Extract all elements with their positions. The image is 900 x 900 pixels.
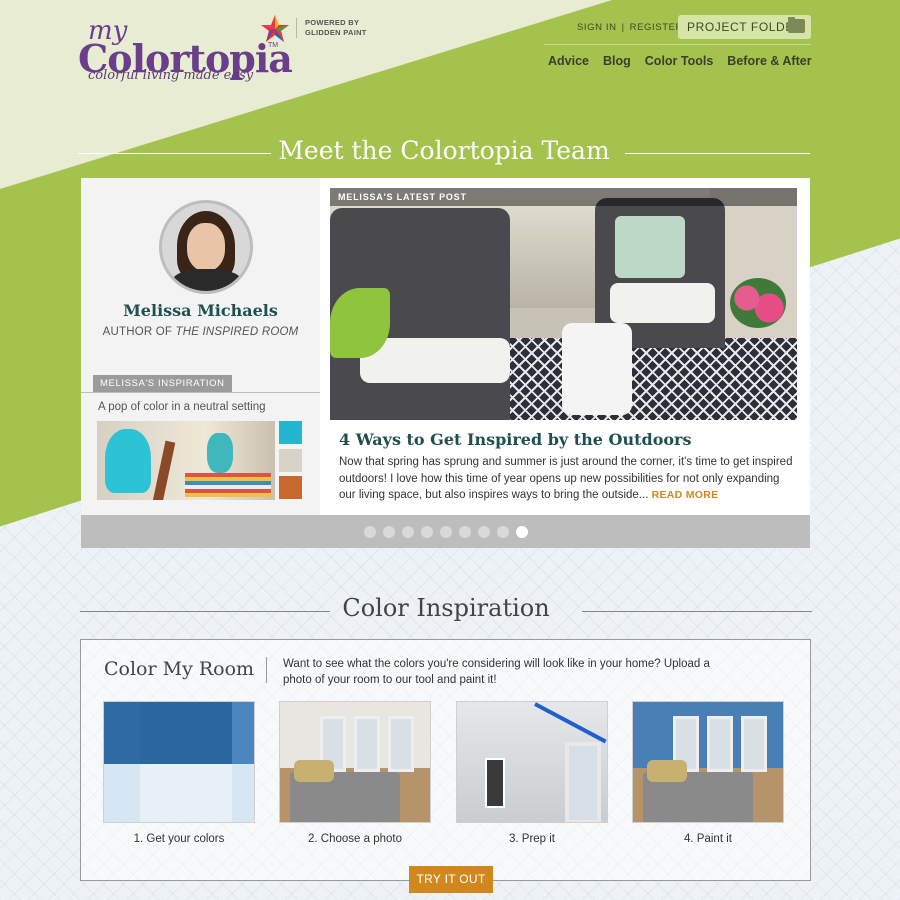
prep-window — [565, 742, 601, 822]
profile-panel: Melissa Michaels AUTHOR OF THE INSPIRED … — [81, 178, 320, 515]
latest-post-tag: MELISSA'S LATEST POST — [330, 188, 797, 206]
step-get-colors[interactable]: 1. Get your colors — [103, 701, 255, 845]
color-my-room-title: Color My Room — [104, 658, 255, 680]
step-image — [103, 701, 255, 823]
nav-item-before-after[interactable]: Before & After — [727, 54, 811, 68]
powered-by-label: POWERED BY — [305, 18, 360, 27]
carousel-dot[interactable] — [401, 525, 414, 538]
image-stick — [152, 440, 176, 500]
step-prep[interactable]: 3. Prep it — [456, 701, 608, 845]
step-caption: 3. Prep it — [508, 833, 556, 845]
auth-separator: | — [621, 22, 625, 33]
site-logo[interactable]: my Colortopia TM colorful living made ea… — [78, 14, 378, 89]
carousel-dot[interactable] — [477, 525, 490, 538]
sign-in-link[interactable]: SIGN IN — [577, 22, 617, 33]
room-window — [354, 716, 380, 772]
team-section-title: Meet the Colortopia Team — [278, 136, 610, 165]
try-it-out-button[interactable]: TRY IT OUT — [409, 866, 493, 893]
inspiration-divider — [81, 392, 320, 393]
post-excerpt: Now that spring has sprung and summer is… — [339, 454, 794, 504]
post-title[interactable]: 4 Ways to Get Inspired by the Outdoors — [339, 430, 691, 449]
image-books — [185, 473, 271, 497]
step-image — [279, 701, 431, 823]
swatch-1[interactable] — [279, 421, 302, 444]
profile-role-prefix: AUTHOR OF — [102, 326, 176, 338]
photo-leaf — [330, 288, 390, 358]
room-window — [388, 716, 414, 772]
carousel-dot[interactable] — [382, 525, 395, 538]
image-vase-small — [207, 433, 233, 473]
nav-divider — [544, 44, 811, 45]
folder-icon — [788, 17, 805, 33]
swatch-block — [232, 702, 254, 764]
avatar[interactable] — [159, 200, 253, 294]
powered-by: POWERED BY GLIDDEN PAINT — [296, 18, 367, 38]
room-pillow — [294, 760, 334, 782]
room-window — [707, 716, 733, 772]
heading-rule-right — [582, 611, 812, 612]
latest-post-image[interactable]: MELISSA'S LATEST POST — [330, 188, 797, 420]
nav-item-blog[interactable]: Blog — [603, 54, 631, 68]
profile-role: AUTHOR OF THE INSPIRED ROOM — [81, 326, 320, 338]
register-link[interactable]: REGISTER — [630, 22, 683, 33]
image-vase — [105, 429, 151, 493]
swatch-block — [140, 764, 232, 822]
step-paint[interactable]: 4. Paint it — [632, 701, 784, 845]
inspiration-tab: MELISSA'S INSPIRATION — [93, 375, 232, 392]
team-section-heading: Meet the Colortopia Team — [78, 136, 810, 170]
swatch-block — [140, 702, 232, 764]
step-image — [456, 701, 608, 823]
photo-stool — [562, 323, 632, 415]
nav-item-advice[interactable]: Advice — [548, 54, 589, 68]
carousel-dot[interactable] — [363, 525, 376, 538]
step-choose-photo[interactable]: 2. Choose a photo — [279, 701, 431, 845]
carousel-dot[interactable] — [458, 525, 471, 538]
heading-rule-left — [78, 153, 271, 154]
team-card: Melissa Michaels AUTHOR OF THE INSPIRED … — [81, 178, 810, 515]
color-wheel-icon — [261, 15, 289, 42]
powered-by-brand: GLIDDEN PAINT — [305, 28, 367, 37]
nav-item-color-tools[interactable]: Color Tools — [645, 54, 714, 68]
logo-tagline: colorful living made easy — [88, 68, 254, 83]
main-nav: Advice Blog Color Tools Before & After — [548, 54, 812, 68]
avatar-face — [187, 223, 225, 271]
inspiration-caption: A pop of color in a neutral setting — [98, 401, 266, 413]
profile-name[interactable]: Melissa Michaels — [81, 301, 320, 320]
avatar-body — [170, 269, 244, 291]
prep-frame — [485, 758, 505, 808]
title-divider — [266, 657, 267, 683]
project-folder-button[interactable]: PROJECT FOLDER — [678, 15, 811, 39]
swatch-3[interactable] — [279, 476, 302, 499]
carousel-dot[interactable] — [439, 525, 452, 538]
heading-rule-left — [80, 611, 330, 612]
post-excerpt-text: Now that spring has sprung and summer is… — [339, 456, 793, 501]
color-my-room-description: Want to see what the colors you're consi… — [283, 658, 710, 686]
auth-links: SIGN IN | REGISTER — [577, 22, 683, 33]
carousel-pager — [81, 515, 810, 548]
room-window — [741, 716, 767, 772]
prep-tape — [534, 702, 607, 744]
swatch-2[interactable] — [279, 449, 302, 472]
carousel-dot[interactable] — [496, 525, 509, 538]
room-pillow — [647, 760, 687, 782]
step-image — [632, 701, 784, 823]
photo-flowers — [730, 278, 786, 328]
inspiration-image[interactable] — [97, 421, 275, 500]
profile-role-book: THE INSPIRED ROOM — [175, 326, 299, 338]
photo-cushion-right — [610, 283, 715, 323]
project-folder-label: PROJECT FOLDER — [687, 20, 804, 34]
inspiration-section-heading: Color Inspiration — [80, 594, 812, 628]
photo-pillow — [615, 216, 685, 278]
read-more-link[interactable]: READ MORE — [652, 489, 719, 501]
carousel-dot[interactable] — [420, 525, 433, 538]
color-my-room-panel: Color My Room Want to see what the color… — [80, 639, 811, 881]
step-caption: 1. Get your colors — [133, 833, 225, 845]
inspiration-section-title: Color Inspiration — [342, 594, 550, 622]
heading-rule-right — [625, 153, 810, 154]
step-caption: 2. Choose a photo — [308, 833, 402, 845]
step-caption: 4. Paint it — [684, 833, 732, 845]
carousel-dot[interactable] — [515, 525, 528, 538]
